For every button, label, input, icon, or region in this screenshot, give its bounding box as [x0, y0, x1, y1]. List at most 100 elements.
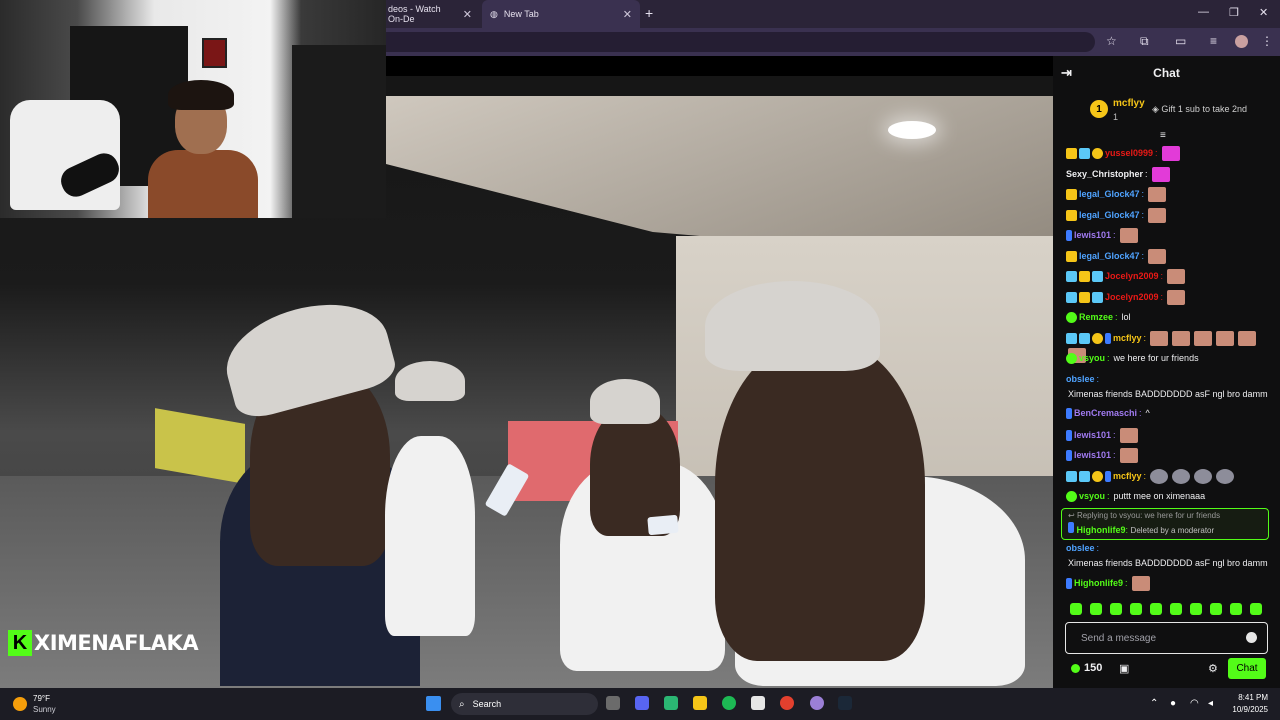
emote-image[interactable] [1148, 208, 1167, 223]
emote-icon[interactable] [1170, 603, 1182, 615]
store-icon[interactable]: ▣ [1119, 662, 1129, 675]
chat-header: ⇥ Chat [1053, 56, 1280, 89]
chat-input[interactable]: Send a message [1065, 622, 1268, 654]
file-explorer-icon[interactable] [693, 696, 707, 710]
emote-image[interactable] [1148, 249, 1167, 264]
close-tab-icon[interactable]: ✕ [623, 8, 632, 21]
emote-image[interactable] [1167, 269, 1186, 284]
emote-icon[interactable] [1130, 603, 1142, 615]
emote-image[interactable] [1172, 331, 1191, 346]
chat-username[interactable]: Highonlife9 [1074, 577, 1123, 590]
chat-username[interactable]: legal_Glock47 [1079, 188, 1140, 201]
emote-image[interactable] [1216, 331, 1235, 346]
bookmark-star-icon[interactable]: ☆ [1106, 34, 1117, 48]
browser-icon[interactable] [810, 696, 824, 710]
settings-gear-icon[interactable]: ⚙ [1208, 662, 1218, 675]
taskbar-search[interactable]: ⌕ Search [451, 693, 598, 715]
menu-kebab-icon[interactable]: ⋮ [1261, 34, 1273, 48]
chrome-icon[interactable] [780, 696, 794, 710]
chat-username[interactable]: lewis101 [1074, 429, 1111, 442]
emote-icon[interactable] [1230, 603, 1242, 615]
emote-image[interactable] [1167, 290, 1186, 305]
chat-username[interactable]: Sexy_Christopher [1066, 168, 1143, 181]
emote-icon[interactable] [1090, 603, 1102, 615]
app-icon[interactable] [751, 696, 765, 710]
collapse-chat-icon[interactable]: ⇥ [1061, 65, 1072, 81]
emote-icon[interactable] [1150, 603, 1162, 615]
chat-username[interactable]: Jocelyn2009 [1105, 270, 1159, 283]
chat-username[interactable]: Jocelyn2009 [1105, 291, 1159, 304]
emote-icon[interactable] [1250, 603, 1262, 615]
chat-username[interactable]: obslee [1066, 373, 1095, 386]
media-controls-icon[interactable]: ≡ [1210, 34, 1217, 48]
weather-temperature[interactable]: 79°F [33, 694, 50, 703]
send-chat-button[interactable]: Chat [1228, 658, 1266, 679]
close-tab-icon[interactable]: ✕ [463, 8, 472, 21]
new-tab-button[interactable]: + [645, 5, 653, 21]
emote-icon[interactable] [1210, 603, 1222, 615]
tab-new-tab[interactable]: ◍ New Tab ✕ [482, 0, 640, 28]
emote-icon[interactable] [1190, 603, 1202, 615]
emote-image[interactable] [1194, 469, 1213, 484]
chat-username[interactable]: mcflyy [1113, 470, 1142, 483]
tray-chevron-icon[interactable]: ⌃ [1150, 698, 1158, 709]
emote-icon[interactable] [1110, 603, 1122, 615]
wifi-icon[interactable]: ◠ [1190, 698, 1199, 709]
windows-start-icon[interactable] [426, 696, 441, 711]
chat-username[interactable]: obslee [1066, 542, 1095, 555]
chat-username[interactable]: Highonlife9 [1077, 525, 1126, 535]
clock-time[interactable]: 8:41 PM [1232, 693, 1268, 702]
microphone-icon[interactable]: ● [1170, 698, 1176, 709]
minimize-button[interactable]: — [1198, 6, 1209, 18]
top-gifter-name[interactable]: mcflyy [1113, 98, 1145, 109]
emote-image[interactable] [1131, 576, 1150, 591]
emote-image[interactable] [1119, 448, 1138, 463]
filter-icon[interactable]: ≡ [1160, 130, 1166, 141]
spotify-icon[interactable] [722, 696, 736, 710]
emote-image[interactable] [1119, 428, 1138, 443]
emote-image[interactable] [1194, 331, 1213, 346]
discord-icon[interactable] [635, 696, 649, 710]
chat-username[interactable]: legal_Glock47 [1079, 209, 1140, 222]
chat-username[interactable]: vsyou [1079, 352, 1105, 365]
channel-points[interactable]: 150 [1071, 662, 1102, 674]
close-window-button[interactable]: ✕ [1259, 6, 1268, 19]
chat-username[interactable]: legal_Glock47 [1079, 250, 1140, 263]
tab-watch-on-demand[interactable]: deos - Watch On-De ✕ [380, 0, 480, 28]
chat-username[interactable]: lewis101 [1074, 449, 1111, 462]
maximize-button[interactable]: ❐ [1229, 6, 1239, 19]
chat-username[interactable]: lewis101 [1074, 229, 1111, 242]
cast-icon[interactable]: ▭ [1175, 34, 1186, 48]
emote-image[interactable] [1148, 187, 1167, 202]
emote-image[interactable] [1216, 469, 1235, 484]
profile-avatar[interactable] [1235, 35, 1248, 48]
emote-image[interactable] [1151, 167, 1170, 182]
task-view-icon[interactable] [606, 696, 620, 710]
emote-image[interactable] [1150, 469, 1169, 484]
emote-image[interactable] [1238, 331, 1257, 346]
emote-icon[interactable] [1070, 603, 1082, 615]
chat-username[interactable]: BenCremaschi [1074, 407, 1137, 420]
volume-icon[interactable]: ◂ [1208, 698, 1213, 709]
chat-username[interactable]: Remzee [1079, 311, 1113, 324]
emote-image[interactable] [1150, 331, 1169, 346]
steam-icon[interactable] [838, 696, 852, 710]
gift-sub-prompt[interactable]: ◈ Gift 1 sub to take 2nd [1152, 104, 1247, 115]
emoji-picker-icon[interactable] [1246, 632, 1257, 643]
reply-message[interactable]: ↩ Replying to vsyou: we here for ur frie… [1061, 508, 1269, 540]
chat-username[interactable]: mcflyy [1113, 332, 1142, 345]
search-label: Search [472, 699, 502, 709]
chat-username[interactable]: yussel0999 [1105, 147, 1153, 160]
username-separator: : [1096, 374, 1100, 384]
clock-date[interactable]: 10/9/2025 [1222, 705, 1268, 714]
emote-image[interactable] [1119, 228, 1138, 243]
weather-sun-icon[interactable] [13, 697, 27, 711]
points-icon [1071, 663, 1080, 673]
emote-image[interactable] [1161, 146, 1180, 161]
extensions-icon[interactable]: ⧉ [1140, 34, 1149, 49]
app-icon[interactable] [664, 696, 678, 710]
chat-username[interactable]: vsyou [1079, 490, 1105, 503]
emote-image[interactable] [1172, 469, 1191, 484]
chat-message: vsyou: we here for ur friends [1066, 352, 1271, 365]
weather-condition[interactable]: Sunny [33, 705, 56, 714]
